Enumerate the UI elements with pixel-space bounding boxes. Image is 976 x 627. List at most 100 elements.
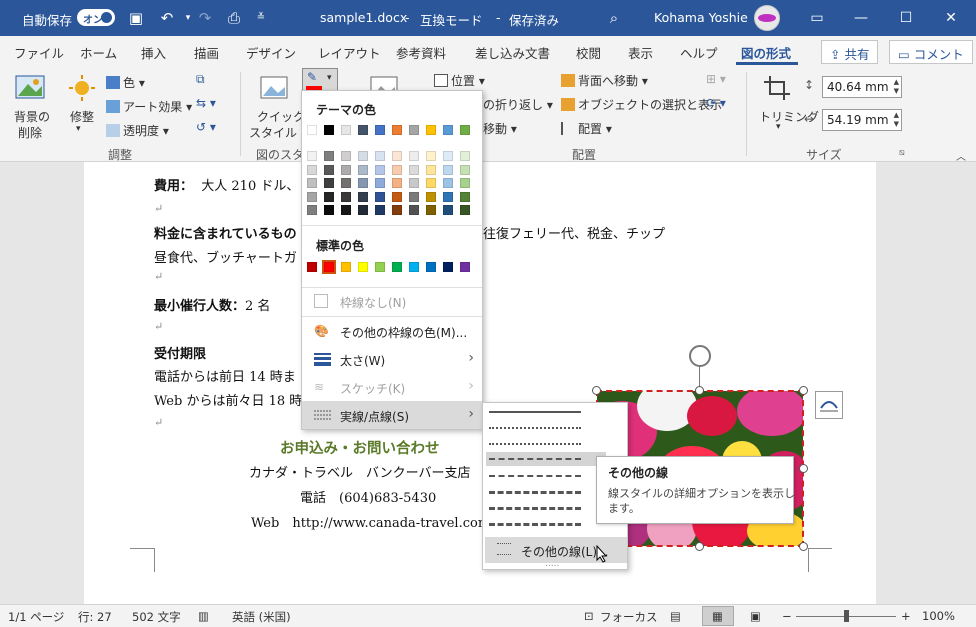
- theme-shade-swatch[interactable]: [358, 164, 368, 175]
- theme-shade-swatch[interactable]: [341, 205, 351, 215]
- theme-shade-swatch[interactable]: [460, 151, 470, 161]
- theme-shade-swatch[interactable]: [460, 164, 470, 175]
- theme-color-swatch[interactable]: [307, 125, 317, 135]
- zoom-slider-thumb[interactable]: [844, 610, 849, 622]
- rotate-handle-icon[interactable]: [689, 345, 711, 367]
- theme-shade-swatch[interactable]: [324, 151, 334, 161]
- standard-color-swatch[interactable]: [322, 260, 336, 274]
- collapse-ribbon-icon[interactable]: ︿: [956, 148, 966, 163]
- theme-shade-swatch[interactable]: [307, 205, 317, 215]
- line-number[interactable]: 行: 27: [78, 609, 112, 625]
- theme-color-swatch[interactable]: [392, 125, 402, 135]
- standard-color-swatch[interactable]: [426, 262, 436, 272]
- standard-color-swatch[interactable]: [341, 262, 351, 272]
- theme-shade-swatch[interactable]: [341, 191, 351, 202]
- resize-handle[interactable]: [695, 542, 704, 551]
- resize-grip[interactable]: .....: [545, 559, 559, 569]
- tab-home[interactable]: ホーム: [80, 43, 117, 62]
- tab-references[interactable]: 参考資料: [396, 43, 446, 62]
- theme-shade-swatch[interactable]: [324, 205, 334, 215]
- resize-handle[interactable]: [799, 386, 808, 395]
- restore-button[interactable]: ☐: [891, 8, 921, 28]
- theme-shade-swatch[interactable]: [324, 178, 334, 188]
- language[interactable]: 英語 (米国): [232, 609, 291, 625]
- theme-shade-swatch[interactable]: [443, 191, 453, 202]
- tab-mailings[interactable]: 差し込み文書: [475, 43, 550, 62]
- dashes-item[interactable]: 実線/点線(S) ›: [302, 401, 482, 429]
- save-icon[interactable]: ▣: [126, 8, 146, 28]
- theme-shade-swatch[interactable]: [307, 191, 317, 202]
- theme-shade-swatch[interactable]: [409, 205, 419, 215]
- tab-insert[interactable]: 挿入: [141, 43, 166, 62]
- tab-picture-format[interactable]: 図の形式: [741, 43, 791, 62]
- zoom-out-button[interactable]: −: [782, 609, 792, 623]
- width-input[interactable]: 54.19 mm ▲ ▼: [822, 109, 902, 131]
- dash-long-dash[interactable]: [489, 491, 581, 494]
- layout-options-button[interactable]: [815, 391, 843, 419]
- ribbon-display-icon[interactable]: ▭: [802, 8, 832, 28]
- resize-handle[interactable]: [799, 464, 808, 473]
- web-layout-icon[interactable]: ▣: [750, 609, 761, 623]
- customize-qat-icon[interactable]: ≚: [251, 8, 271, 28]
- dash-long-dash-dot-dot[interactable]: [489, 523, 581, 526]
- standard-color-swatch[interactable]: [443, 262, 453, 272]
- theme-shade-swatch[interactable]: [375, 164, 385, 175]
- theme-shade-swatch[interactable]: [358, 205, 368, 215]
- sketch-item[interactable]: ≋ スケッチ(K) ›: [302, 373, 482, 401]
- zoom-level[interactable]: 100%: [922, 609, 955, 623]
- theme-shade-swatch[interactable]: [409, 164, 419, 175]
- theme-shade-swatch[interactable]: [392, 164, 402, 175]
- theme-shade-swatch[interactable]: [443, 164, 453, 175]
- artistic-effects-button[interactable]: アート効果 ▾: [106, 98, 192, 115]
- theme-color-swatch[interactable]: [460, 125, 470, 135]
- resize-handle[interactable]: [799, 542, 808, 551]
- theme-color-swatch[interactable]: [443, 125, 453, 135]
- zoom-in-button[interactable]: +: [901, 609, 911, 623]
- resize-handle[interactable]: [695, 386, 704, 395]
- theme-shade-swatch[interactable]: [409, 178, 419, 188]
- quick-styles-icon[interactable]: [258, 74, 290, 102]
- undo-icon[interactable]: ↶: [157, 8, 177, 28]
- compress-pictures-icon[interactable]: ⧉: [196, 72, 205, 87]
- position-button[interactable]: 位置 ▾: [434, 72, 485, 89]
- theme-shade-swatch[interactable]: [426, 164, 436, 175]
- proofing-icon[interactable]: ▥: [198, 609, 209, 623]
- theme-color-swatch[interactable]: [324, 125, 334, 135]
- standard-color-swatch[interactable]: [460, 262, 470, 272]
- close-button[interactable]: ✕: [936, 8, 966, 28]
- theme-shade-swatch[interactable]: [375, 191, 385, 202]
- tab-design[interactable]: デザイン: [246, 43, 296, 62]
- reset-picture-icon[interactable]: ↺ ▾: [196, 120, 216, 134]
- theme-shade-swatch[interactable]: [392, 205, 402, 215]
- theme-shade-swatch[interactable]: [341, 164, 351, 175]
- theme-shade-swatch[interactable]: [375, 178, 385, 188]
- theme-shade-swatch[interactable]: [392, 151, 402, 161]
- theme-color-swatch[interactable]: [375, 125, 385, 135]
- redo-icon[interactable]: ↷: [195, 8, 215, 28]
- crop-dropdown-icon[interactable]: ▾: [776, 122, 781, 132]
- dash-long-dash-dot[interactable]: [489, 507, 581, 510]
- change-picture-icon[interactable]: ⇆ ▾: [196, 96, 216, 110]
- theme-shade-swatch[interactable]: [358, 178, 368, 188]
- focus-mode[interactable]: フォーカス: [600, 609, 658, 625]
- resize-handle[interactable]: [592, 386, 601, 395]
- standard-color-swatch[interactable]: [375, 262, 385, 272]
- theme-color-swatch[interactable]: [341, 125, 351, 135]
- bring-forward-button[interactable]: 移動 ▾: [483, 120, 517, 137]
- dash-round-dot[interactable]: [489, 427, 581, 429]
- theme-shade-swatch[interactable]: [375, 205, 385, 215]
- theme-shade-swatch[interactable]: [409, 191, 419, 202]
- corrections-dropdown-icon[interactable]: ▾: [76, 124, 81, 134]
- theme-shade-swatch[interactable]: [307, 151, 317, 161]
- weight-item[interactable]: 太さ(W) ›: [302, 345, 482, 373]
- dash-solid[interactable]: [489, 411, 581, 413]
- standard-color-swatch[interactable]: [392, 262, 402, 272]
- print-preview-icon[interactable]: ⎙: [224, 8, 244, 28]
- standard-color-swatch[interactable]: [307, 262, 317, 272]
- theme-shade-swatch[interactable]: [443, 205, 453, 215]
- theme-shade-swatch[interactable]: [392, 178, 402, 188]
- theme-color-swatch[interactable]: [409, 125, 419, 135]
- align-button[interactable]: 配置 ▾: [561, 120, 612, 137]
- tab-file[interactable]: ファイル: [14, 43, 64, 62]
- theme-shade-swatch[interactable]: [307, 164, 317, 175]
